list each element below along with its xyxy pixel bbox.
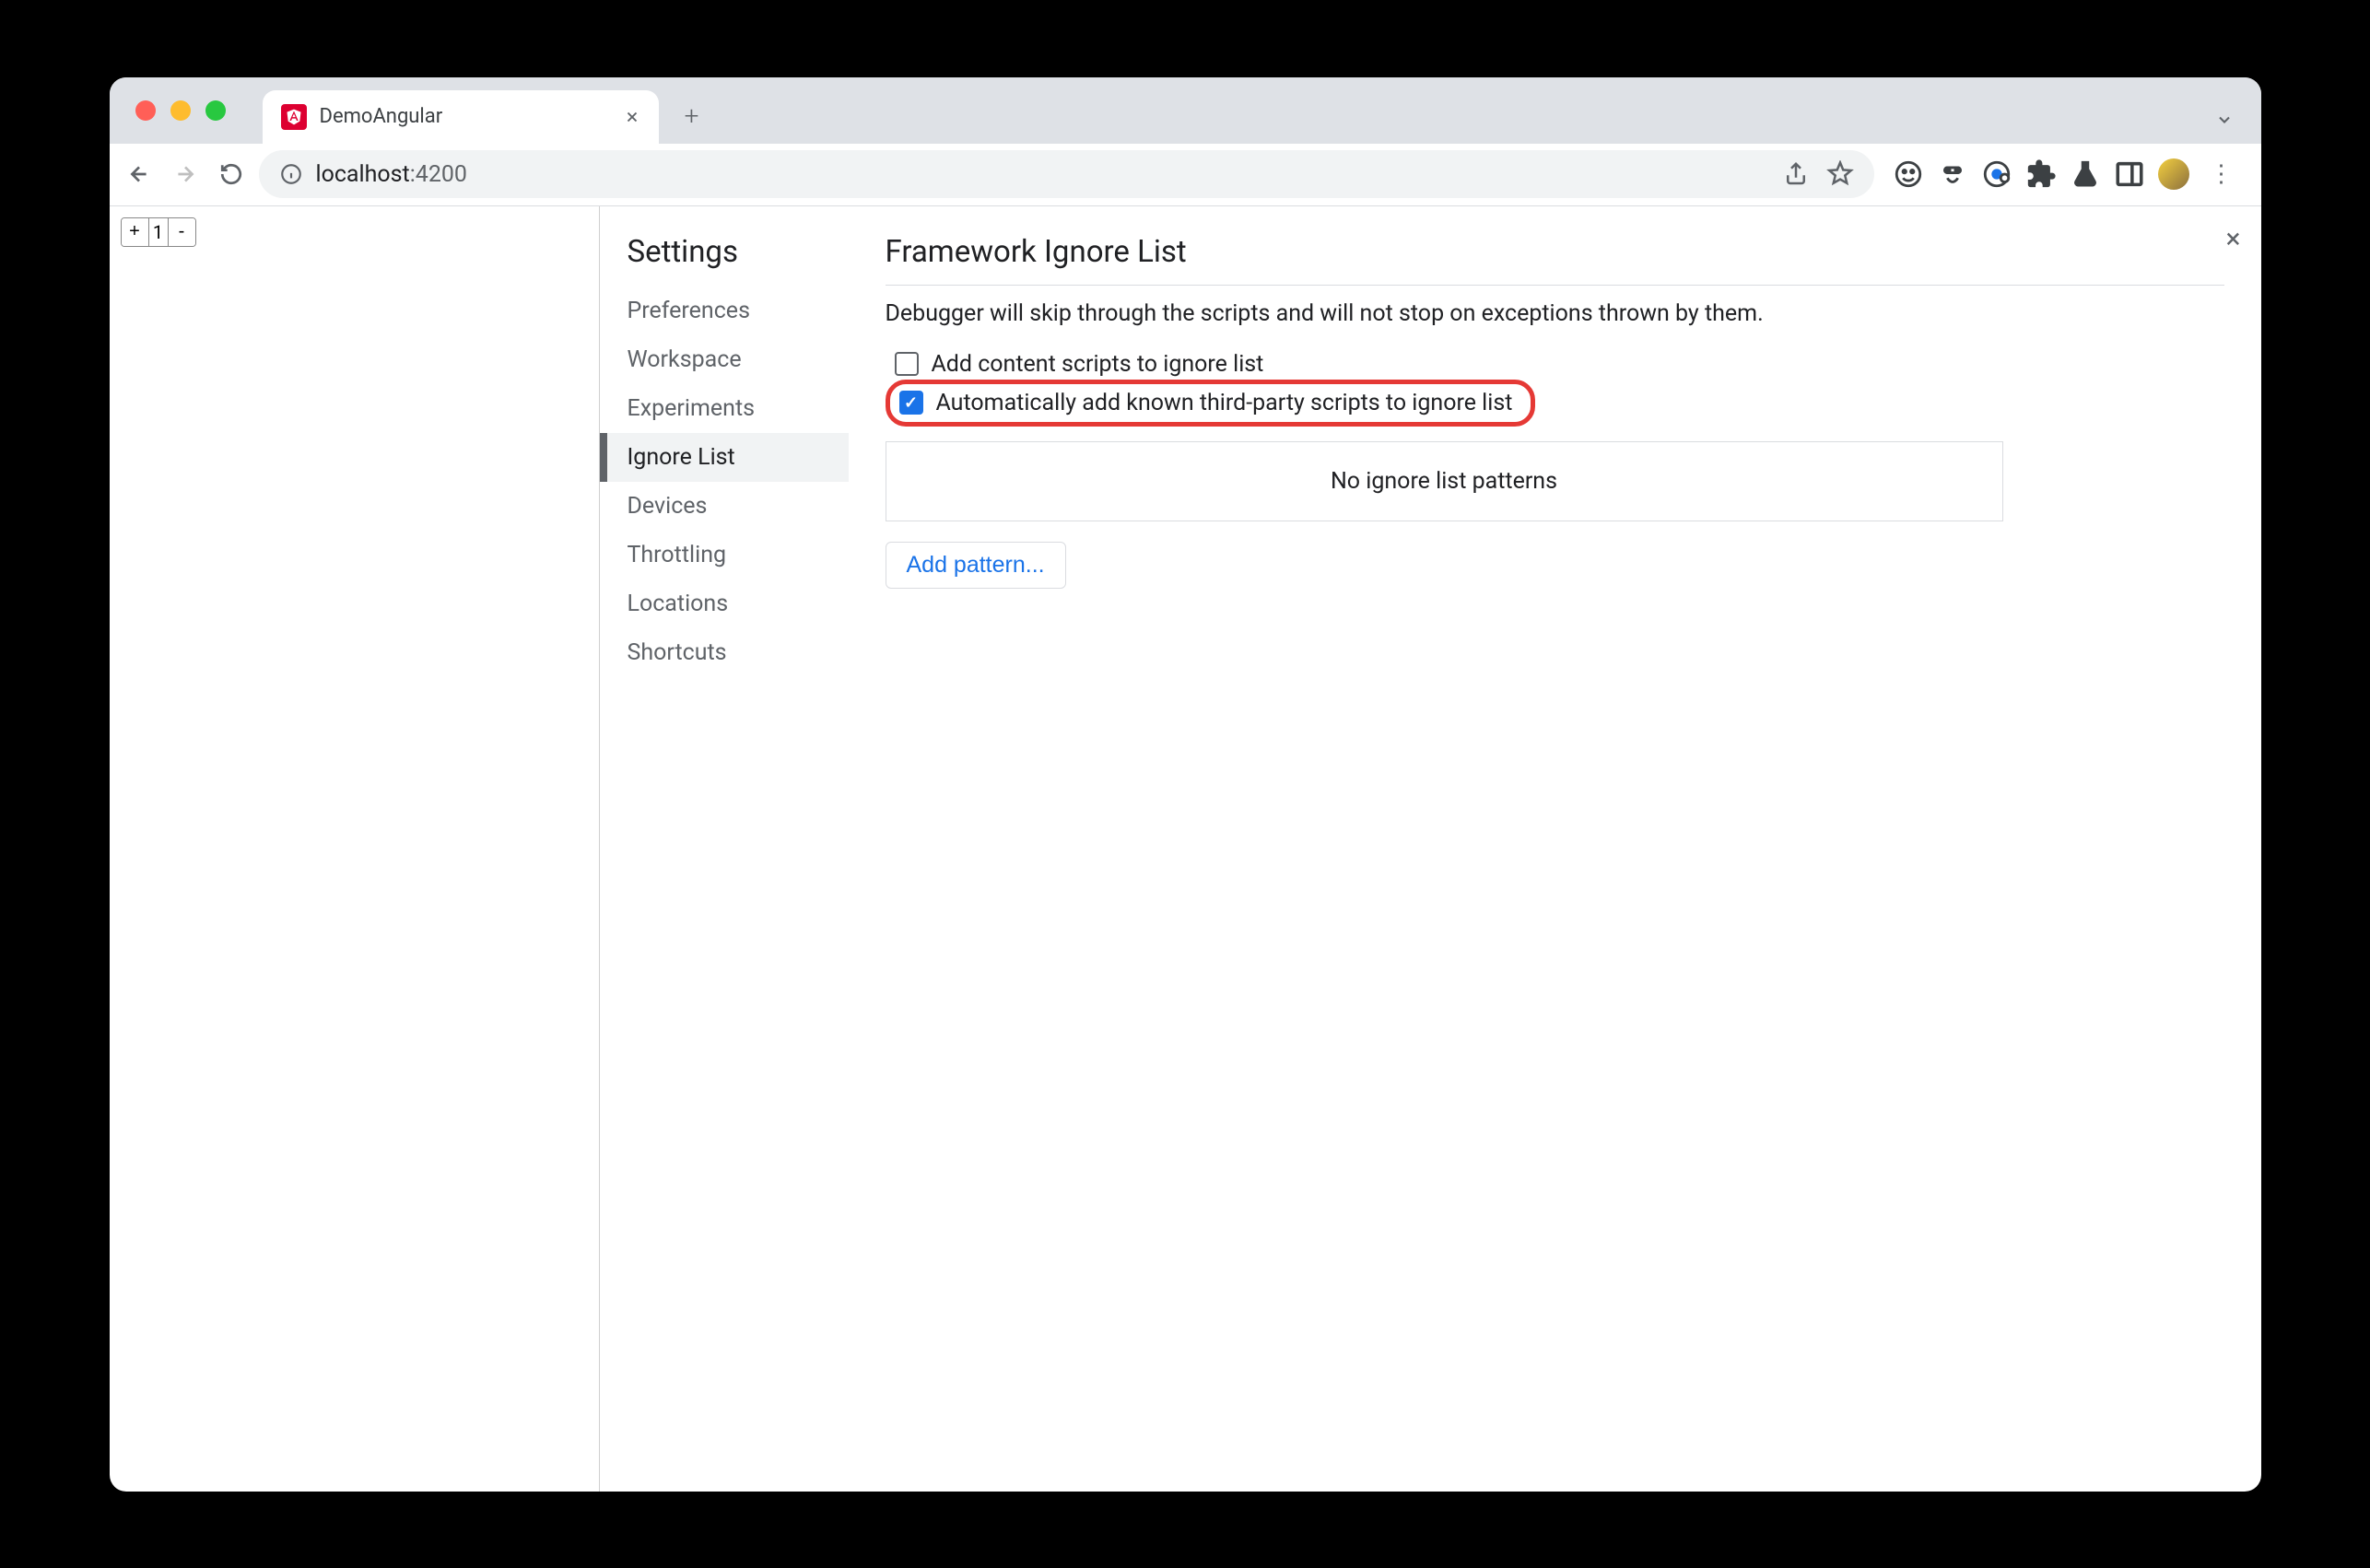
- panel-description: Debugger will skip through the scripts a…: [886, 300, 2224, 327]
- close-tab-icon[interactable]: [624, 109, 640, 125]
- browser-menu-icon[interactable]: ⋮: [2202, 160, 2241, 188]
- nav-workspace[interactable]: Workspace: [600, 335, 849, 384]
- toolbar-extensions: ⋮: [1883, 158, 2250, 190]
- bookmark-icon[interactable]: [1826, 160, 1854, 188]
- browser-tab[interactable]: DemoAngular: [263, 90, 659, 144]
- settings-heading: Settings: [600, 234, 849, 287]
- settings-sidebar: Settings Preferences Workspace Experimen…: [600, 206, 849, 1492]
- share-icon[interactable]: [1782, 160, 1810, 188]
- reload-button[interactable]: [213, 156, 250, 193]
- panel-title: Framework Ignore List: [886, 234, 2224, 286]
- add-pattern-button[interactable]: Add pattern...: [886, 542, 1066, 589]
- close-window-button[interactable]: [135, 100, 156, 121]
- angular-icon: [281, 104, 307, 130]
- nav-ignore-list[interactable]: Ignore List: [600, 433, 849, 482]
- extension-icon-3[interactable]: [1981, 158, 2012, 190]
- address-bar: localhost:4200 ⋮: [110, 144, 2261, 206]
- extension-icon-1[interactable]: [1893, 158, 1924, 190]
- tab-bar: DemoAngular +: [110, 77, 2261, 144]
- tab-title: DemoAngular: [320, 105, 611, 128]
- extensions-icon[interactable]: [2025, 158, 2057, 190]
- nav-devices[interactable]: Devices: [600, 482, 849, 531]
- url-text: localhost:4200: [316, 161, 467, 188]
- panel-icon[interactable]: [2114, 158, 2145, 190]
- content-scripts-label: Add content scripts to ignore list: [932, 351, 1264, 378]
- window-controls: [110, 77, 252, 144]
- nav-experiments[interactable]: Experiments: [600, 384, 849, 433]
- settings-content: × Framework Ignore List Debugger will sk…: [849, 206, 2261, 1492]
- settings-nav: Preferences Workspace Experiments Ignore…: [600, 287, 849, 677]
- new-tab-button[interactable]: +: [675, 99, 709, 133]
- profile-avatar[interactable]: [2158, 158, 2189, 190]
- counter-value: 1: [149, 218, 168, 246]
- checkbox-checked-icon[interactable]: [899, 391, 923, 415]
- info-icon[interactable]: [279, 162, 303, 186]
- devtools-settings-panel: Settings Preferences Workspace Experimen…: [600, 206, 2261, 1492]
- content-scripts-checkbox-row[interactable]: Add content scripts to ignore list: [886, 345, 2224, 383]
- increment-button[interactable]: +: [122, 218, 149, 246]
- browser-window: DemoAngular + localhost:4200: [110, 77, 2261, 1492]
- third-party-checkbox-row[interactable]: Automatically add known third-party scri…: [886, 380, 1536, 427]
- nav-shortcuts[interactable]: Shortcuts: [600, 628, 849, 677]
- tabs-menu-icon[interactable]: [2206, 101, 2243, 144]
- maximize-window-button[interactable]: [205, 100, 226, 121]
- page-viewport: + 1 -: [110, 206, 600, 1492]
- decrement-button[interactable]: -: [168, 218, 195, 246]
- extension-icon-2[interactable]: [1937, 158, 1968, 190]
- labs-icon[interactable]: [2070, 158, 2101, 190]
- content-area: + 1 - Settings Preferences Workspace Exp…: [110, 206, 2261, 1492]
- patterns-list-empty: No ignore list patterns: [886, 441, 2003, 521]
- third-party-label: Automatically add known third-party scri…: [936, 390, 1513, 416]
- nav-preferences[interactable]: Preferences: [600, 287, 849, 335]
- nav-locations[interactable]: Locations: [600, 579, 849, 628]
- nav-throttling[interactable]: Throttling: [600, 531, 849, 579]
- back-button[interactable]: [121, 156, 158, 193]
- forward-button[interactable]: [167, 156, 204, 193]
- address-field[interactable]: localhost:4200: [259, 150, 1874, 198]
- checkbox-group: Add content scripts to ignore list Autom…: [886, 345, 2224, 427]
- checkbox-unchecked-icon[interactable]: [895, 352, 919, 376]
- counter-widget: + 1 -: [121, 217, 196, 247]
- close-settings-icon[interactable]: ×: [2225, 223, 2240, 255]
- minimize-window-button[interactable]: [170, 100, 191, 121]
